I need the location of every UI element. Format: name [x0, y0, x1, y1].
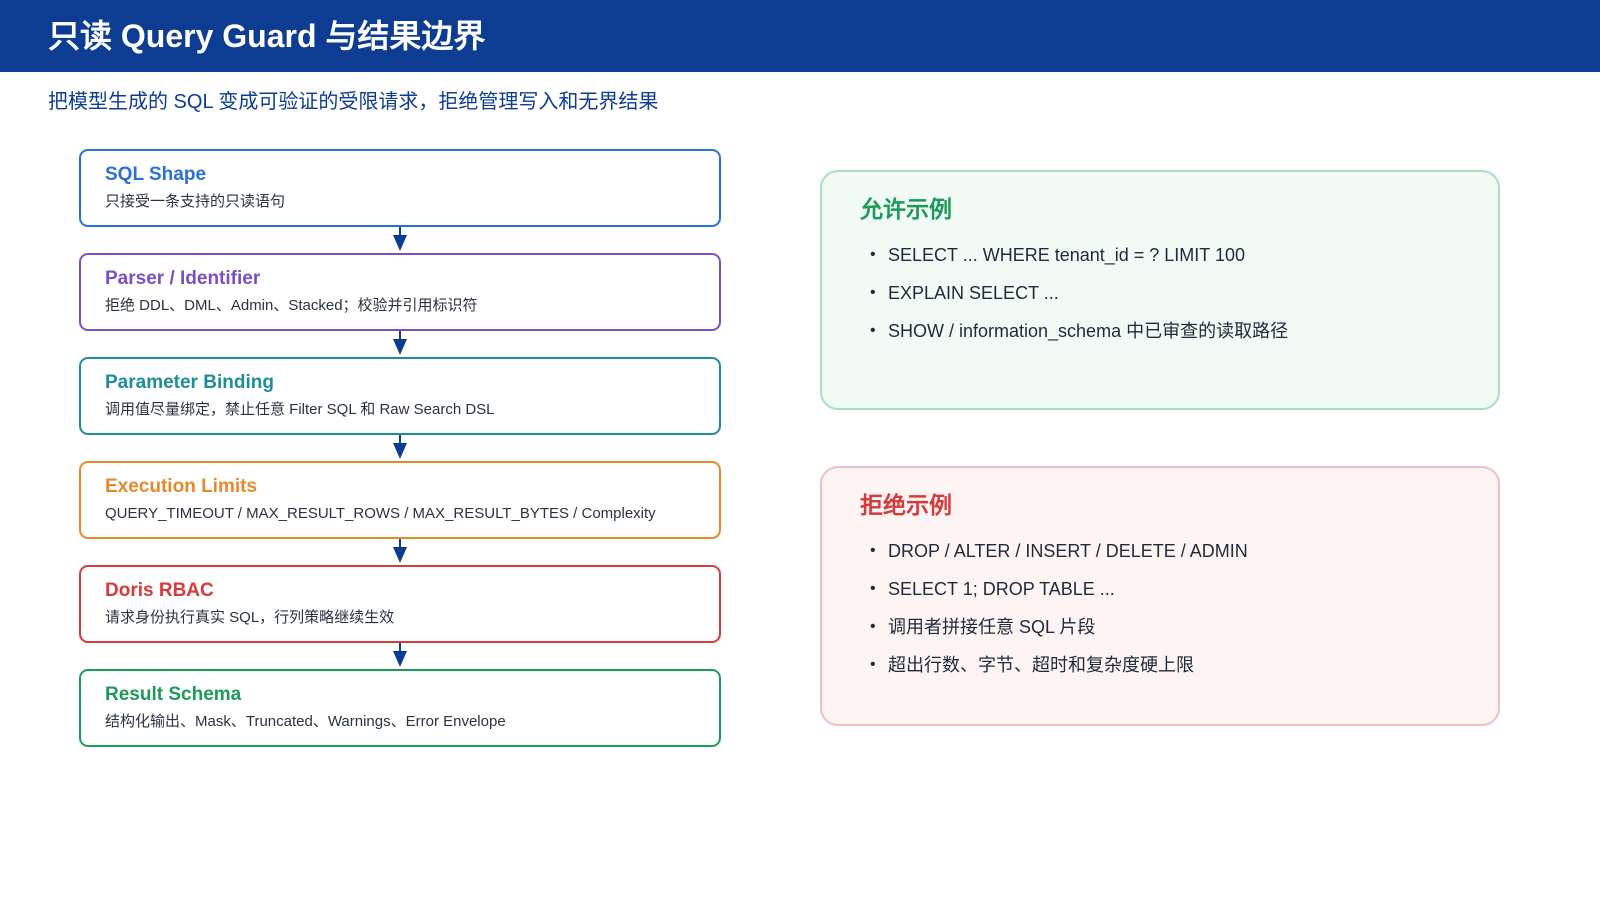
- step-title: SQL Shape: [105, 164, 207, 185]
- step-parameter-binding: Parameter Binding 调用值尽量绑定，禁止任意 Filter SQ…: [79, 357, 721, 435]
- step-description: 只接受一条支持的只读语句: [105, 193, 286, 210]
- step-description: 结构化输出、Mask、Truncated、Warnings、Error Enve…: [105, 713, 506, 730]
- arrow-down-icon: [393, 435, 407, 459]
- step-doris-rbac: Doris RBAC 请求身份执行真实 SQL，行列策略继续生效: [79, 565, 721, 643]
- bullet-icon: •: [870, 322, 876, 339]
- allowed-list: • SELECT ... WHERE tenant_id = ? LIMIT 10…: [870, 242, 1288, 356]
- step-sql-shape: SQL Shape 只接受一条支持的只读语句: [79, 149, 721, 227]
- arrow-down-icon: [393, 227, 407, 251]
- page-subtitle: 把模型生成的 SQL 变成可验证的受限请求，拒绝管理写入和无界结果: [48, 91, 659, 113]
- step-title: Doris RBAC: [105, 580, 214, 601]
- list-item-text: 调用者拼接任意 SQL 片段: [888, 617, 1096, 637]
- step-execution-limits: Execution Limits QUERY_TIMEOUT / MAX_RES…: [79, 461, 721, 539]
- step-description: 请求身份执行真实 SQL，行列策略继续生效: [105, 609, 395, 626]
- list-item: • SELECT ... WHERE tenant_id = ? LIMIT 10…: [870, 242, 1288, 280]
- list-item: • 超出行数、字节、超时和复杂度硬上限: [870, 652, 1248, 690]
- list-item: • 调用者拼接任意 SQL 片段: [870, 614, 1248, 652]
- header-bar: 只读 Query Guard 与结果边界: [0, 0, 1600, 72]
- list-item-text: EXPLAIN SELECT ...: [888, 283, 1059, 303]
- step-parser-identifier: Parser / Identifier 拒绝 DDL、DML、Admin、Sta…: [79, 253, 721, 331]
- step-result-schema: Result Schema 结构化输出、Mask、Truncated、Warni…: [79, 669, 721, 747]
- step-description: 拒绝 DDL、DML、Admin、Stacked；校验并引用标识符: [105, 297, 478, 314]
- rejected-examples-panel: 拒绝示例 • DROP / ALTER / INSERT / DELETE / A…: [820, 466, 1500, 726]
- list-item-text: 超出行数、字节、超时和复杂度硬上限: [888, 655, 1194, 675]
- bullet-icon: •: [870, 618, 876, 635]
- step-title: Parser / Identifier: [105, 268, 261, 289]
- panel-title: 允许示例: [860, 196, 952, 222]
- bullet-icon: •: [870, 656, 876, 673]
- bullet-icon: •: [870, 284, 876, 301]
- list-item: • EXPLAIN SELECT ...: [870, 280, 1288, 318]
- page-title: 只读 Query Guard 与结果边界: [48, 18, 486, 54]
- arrow-down-icon: [393, 643, 407, 667]
- list-item-text: DROP / ALTER / INSERT / DELETE / ADMIN: [888, 541, 1248, 561]
- bullet-icon: •: [870, 580, 876, 597]
- step-description: 调用值尽量绑定，禁止任意 Filter SQL 和 Raw Search DSL: [105, 401, 495, 418]
- arrow-down-icon: [393, 539, 407, 563]
- slide: 只读 Query Guard 与结果边界 把模型生成的 SQL 变成可验证的受限…: [0, 0, 1600, 900]
- step-title: Parameter Binding: [105, 372, 274, 393]
- bullet-icon: •: [870, 246, 876, 263]
- list-item-text: SHOW / information_schema 中已审查的读取路径: [888, 321, 1289, 341]
- bullet-icon: •: [870, 542, 876, 559]
- list-item: • DROP / ALTER / INSERT / DELETE / ADMIN: [870, 538, 1248, 576]
- list-item: • SELECT 1; DROP TABLE ...: [870, 576, 1248, 614]
- allowed-examples-panel: 允许示例 • SELECT ... WHERE tenant_id = ? LIM…: [820, 170, 1500, 410]
- rejected-list: • DROP / ALTER / INSERT / DELETE / ADMIN …: [870, 538, 1248, 690]
- list-item: • SHOW / information_schema 中已审查的读取路径: [870, 318, 1288, 356]
- step-description: QUERY_TIMEOUT / MAX_RESULT_ROWS / MAX_RE…: [105, 505, 656, 522]
- arrow-down-icon: [393, 331, 407, 355]
- panel-title: 拒绝示例: [860, 492, 952, 518]
- list-item-text: SELECT ... WHERE tenant_id = ? LIMIT 100: [888, 245, 1246, 265]
- step-title: Result Schema: [105, 684, 242, 705]
- list-item-text: SELECT 1; DROP TABLE ...: [888, 579, 1115, 599]
- step-title: Execution Limits: [105, 476, 258, 497]
